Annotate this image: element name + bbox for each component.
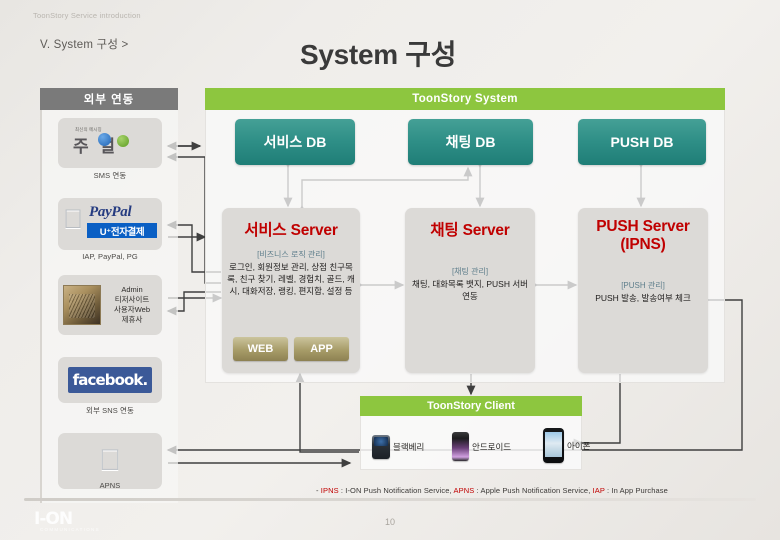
client-device-blackberry-label: 블랙베리 (393, 442, 425, 452)
external-panel-header: 외부 연동 (40, 88, 178, 110)
brand-logo: I-ON (34, 509, 73, 529)
payment-logo-group:  PayPal U⁺전자결제 (62, 202, 158, 246)
footnote-apns-value: : Apple Push Notification Service, (474, 486, 593, 495)
sms-service-logo: 최신의 메시징 주 얼 (67, 126, 153, 160)
server-push-title: PUSH Server (IPNS) (578, 208, 708, 254)
server-push-title-line-2: (IPNS) (620, 236, 666, 253)
client-device-android-label: 안드로이드 (472, 441, 512, 452)
android-phone-icon (452, 432, 469, 461)
iphone-phone-icon (543, 428, 564, 463)
system-architecture-diagram: ToonStory Service introduction V. System… (0, 0, 780, 540)
external-card-apns-caption: APNS (99, 481, 121, 490)
client-device-blackberry[interactable]: 블랙베리 (372, 435, 424, 459)
admin-label-line-2: 티저사이트 (114, 295, 150, 304)
server-service-pill-row: WEB APP (233, 337, 349, 361)
db-chat[interactable]: 채팅 DB (408, 119, 533, 165)
admin-label-line-1: Admin (121, 285, 143, 294)
server-push[interactable]: PUSH Server (IPNS) [PUSH 관리] PUSH 발송, 발송… (578, 208, 708, 373)
external-card-facebook[interactable]: facebook. (58, 357, 162, 403)
footnote: - IPNS : I-ON Push Notification Service,… (316, 486, 668, 495)
web-button[interactable]: WEB (233, 337, 288, 361)
admin-label-line-4: 제휴사 (121, 315, 143, 324)
external-card-payment[interactable]:  PayPal U⁺전자결제 (58, 198, 162, 250)
system-panel-header: ToonStory System (205, 88, 725, 110)
sms-logo-green-dot-icon (117, 135, 129, 147)
footnote-ipns-value: : I-ON Push Notification Service, (338, 486, 454, 495)
admin-label-group: Admin 티저사이트 사용자Web 제휴사 (104, 285, 160, 325)
server-push-subtitle: [PUSH 관리] (621, 281, 665, 290)
external-card-admin[interactable]: Admin 티저사이트 사용자Web 제휴사 (58, 275, 162, 335)
footnote-iap-key: IAP (592, 486, 605, 495)
apple-logo-icon:  (63, 206, 83, 233)
footnote-iap-value: : In App Purchase (604, 486, 668, 495)
uplus-payment-badge: U⁺전자결제 (87, 223, 157, 238)
db-service[interactable]: 서비스 DB (235, 119, 355, 165)
facebook-logo: facebook. (68, 367, 152, 393)
server-chat-body: 채팅, 대화목록 뱃지, PUSH 서버 연동 (412, 279, 528, 301)
page-number: 10 (384, 517, 395, 527)
db-push[interactable]: PUSH DB (578, 119, 706, 165)
apple-logo-icon:  (99, 445, 122, 477)
footnote-apns-key: APNS (453, 486, 475, 495)
server-push-title-line-1: PUSH Server (596, 218, 690, 235)
paypal-wordmark: PayPal (89, 204, 132, 220)
admin-illustration-icon (63, 285, 101, 325)
server-service-body: 로그인, 회원정보 관리, 상점 친구목록, 친구 찾기, 레벨, 경험치, 골… (227, 262, 355, 296)
external-card-payment-caption: IAP, PayPal, PG (82, 252, 138, 261)
external-card-facebook-caption: 외부 SNS 연동 (85, 406, 135, 415)
client-device-iphone-label: 아이폰 (567, 440, 591, 451)
footnote-ipns-key: IPNS (320, 486, 339, 495)
server-service-subtitle: [비즈니스 로직 관리] (257, 250, 325, 259)
server-chat-subtitle: [채팅 관리] (451, 267, 489, 276)
blackberry-phone-icon (372, 435, 390, 459)
client-panel-header: ToonStory Client (360, 396, 582, 416)
external-card-sms-caption: SMS 연동 (93, 171, 127, 180)
sms-logo-blue-dot-icon (98, 133, 111, 146)
server-push-body: PUSH 발송, 발송여부 체크 (595, 293, 691, 303)
server-service-title: 서비스 Server (244, 222, 338, 239)
client-device-iphone[interactable]: 아이폰 (543, 428, 590, 463)
server-chat-title: 채팅 Server (430, 222, 510, 239)
admin-label-line-3: 사용자Web (114, 305, 150, 314)
footer-divider (24, 498, 756, 501)
app-button[interactable]: APP (294, 337, 349, 361)
client-device-android[interactable]: 안드로이드 (452, 432, 511, 461)
server-chat[interactable]: 채팅 Server [채팅 관리] 채팅, 대화목록 뱃지, PUSH 서버 연… (405, 208, 535, 373)
sms-logo-wordmark: 주 얼 (73, 137, 119, 156)
server-service[interactable]: 서비스 Server [비즈니스 로직 관리] 로그인, 회원정보 관리, 상점… (222, 208, 360, 373)
external-card-sms[interactable]: 최신의 메시징 주 얼 (58, 118, 162, 168)
brand-logo-subtitle: COMMUNICATIONS (40, 527, 100, 532)
